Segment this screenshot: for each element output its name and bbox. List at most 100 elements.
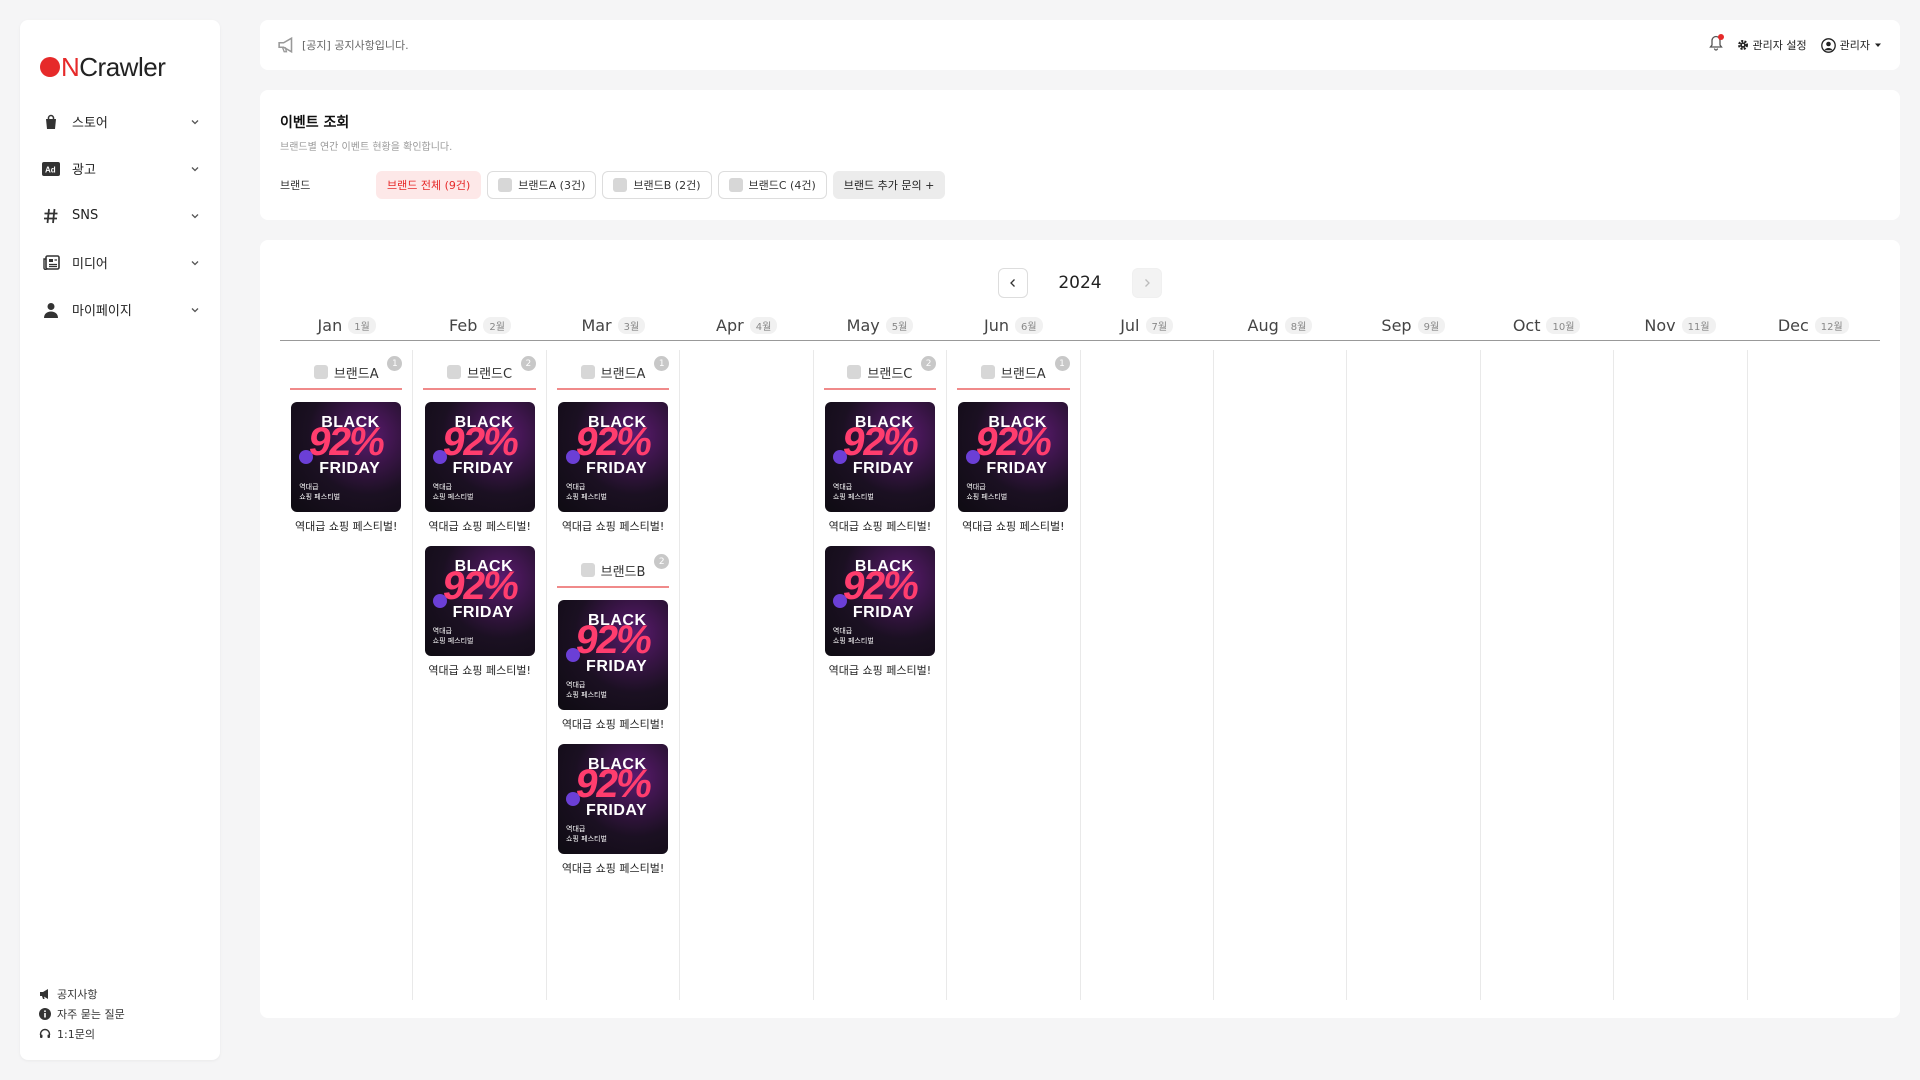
brand-name: 브랜드A [1000,366,1046,382]
prev-year-button[interactable] [998,268,1029,298]
event-title: 역대급 쇼핑 페스티벌! [561,520,665,533]
brand-group-header[interactable]: 브랜드A 1 [556,356,670,390]
brand-logo-placeholder [613,178,628,192]
thumb-line2: FRIDAY [852,460,914,477]
thumb-badge-icon [432,594,447,608]
thumb-line2: FRIDAY [586,802,648,819]
thumb-line1: BLACK [588,414,647,431]
event-thumbnail: 92% BLACK FRIDAY 역대급 쇼핑 페스티벌 [558,402,669,512]
sidebar-nav: 스토어 Ad 광고 SNS 미디어 마이페이지 [20,98,220,333]
sidebar-item-store[interactable]: 스토어 [20,98,220,145]
thumb-badge-icon [432,450,447,464]
logo[interactable]: NCrawler [40,52,166,82]
brand-filter-row: 브랜드 브랜드 전체 (9건) 브랜드A (3건) 브랜드B (2건) 브랜드C… [280,171,1880,199]
user-menu[interactable]: 관리자 [1820,37,1882,53]
thumb-sub1: 역대급 [832,483,853,491]
month-name-en: Jan [317,315,343,335]
current-year: 2024 [1058,273,1102,293]
month-name-en: Aug [1247,315,1279,335]
brand-chip-b[interactable]: 브랜드B (2건) [602,171,712,199]
next-year-button[interactable] [1131,268,1162,298]
brand-group-header[interactable]: 브랜드A 1 [290,356,403,390]
user-icon [42,301,60,319]
brand-chip-a[interactable]: 브랜드A (3건) [487,171,597,199]
top-bar-actions: 관리자 설정 관리자 [1708,34,1882,55]
info-icon [38,1007,52,1021]
thumb-sub1: 역대급 [432,483,452,491]
brand-group-header[interactable]: 브랜드B 2 [556,554,670,588]
brand-group-header[interactable]: 브랜드C 2 [423,356,536,390]
month-header: Mar 3월 [547,310,680,340]
thumb-sub2: 쇼핑 페스티벌 [299,493,341,501]
month-name-en: Nov [1644,315,1676,335]
sidebar-item-ads[interactable]: Ad 광고 [20,145,220,192]
chevron-right-icon [1144,279,1150,287]
event-card[interactable]: 92% BLACK FRIDAY 역대급 쇼핑 페스티벌 역대급 쇼핑 페스티벌! [423,402,535,534]
month-column [680,350,814,1000]
month-name-en: Sep [1381,315,1412,335]
month-name-en: Mar [581,315,612,335]
month-header: Dec 12월 [1747,310,1880,340]
brand-name: 브랜드C [467,366,513,382]
month-name-ko: 8월 [1284,316,1313,334]
event-card[interactable]: 92% BLACK FRIDAY 역대급 쇼핑 페스티벌 역대급 쇼핑 페스티벌! [824,402,936,534]
brand-chip-all[interactable]: 브랜드 전체 (9건) [376,171,482,199]
notice-text[interactable]: [공지] 공지사항입니다. [302,37,1709,53]
sidebar-item-media[interactable]: 미디어 [20,239,220,286]
footer-link-inquiry[interactable]: 1:1문의 [38,1024,125,1044]
thumb-sub2: 쇼핑 페스티벌 [966,493,1008,501]
event-thumbnail: 92% BLACK FRIDAY 역대급 쇼핑 페스티벌 [824,546,935,656]
brand-logo-placeholder [980,365,995,379]
thumb-line1: BLACK [454,558,514,575]
sidebar-item-label: 마이페이지 [72,304,132,319]
brand-logo-placeholder [580,365,595,379]
month-name-ko: 4월 [749,316,778,334]
event-card[interactable]: 92% BLACK FRIDAY 역대급 쇼핑 페스티벌 역대급 쇼핑 페스티벌! [290,402,402,534]
sidebar-item-mypage[interactable]: 마이페이지 [20,286,220,333]
brand-name: 브랜드A [333,366,379,382]
footer-link-notice[interactable]: 공지사항 [38,984,125,1004]
brand-group-header[interactable]: 브랜드A 1 [957,356,1070,390]
brand-name: 브랜드A [600,366,646,382]
event-card[interactable]: 92% BLACK FRIDAY 역대급 쇼핑 페스티벌역대급 쇼핑 페스티벌! [824,546,936,678]
event-card[interactable]: 92% BLACK FRIDAY 역대급 쇼핑 페스티벌 역대급 쇼핑 페스티벌! [423,546,535,678]
sidebar-item-sns[interactable]: SNS [20,192,220,239]
thumb-line1: BLACK [588,756,647,773]
notification-button[interactable] [1708,34,1724,55]
event-card[interactable]: 92% BLACK FRIDAY 역대급 쇼핑 페스티벌 역대급 쇼핑 페스티벌! [557,402,669,534]
event-card[interactable]: 92% BLACK FRIDAY 역대급 쇼핑 페스티벌 역대급 쇼핑 페스티벌! [557,600,669,732]
thumb-line1: BLACK [854,414,914,431]
thumb-line2: FRIDAY [586,460,648,477]
brand-logo-placeholder [847,365,862,379]
thumb-line1: BLACK [321,414,380,431]
month-header: Oct 10월 [1480,310,1613,340]
event-count-badge: 2 [921,356,937,371]
thumb-line1: BLACK [988,414,1047,431]
brand-chip-c[interactable]: 브랜드C (4건) [717,171,827,199]
event-card[interactable]: 92% BLACK FRIDAY 역대급 쇼핑 페스티벌 역대급 쇼핑 페스티벌! [957,402,1069,534]
admin-settings-button[interactable]: 관리자 설정 [1737,37,1807,53]
event-thumbnail: 92% BLACK FRIDAY 역대급 쇼핑 페스티벌 [291,402,402,512]
event-title: 역대급 쇼핑 페스티벌! [828,664,932,677]
brand-logo-placeholder [498,178,513,192]
month-header: Apr 4월 [680,310,813,340]
event-card[interactable]: 92% BLACK FRIDAY 역대급 쇼핑 페스티벌 역대급 쇼핑 페스티벌! [557,744,669,876]
event-count-badge: 1 [1054,356,1070,371]
month-column: 브랜드C 2 92% BLACK FRIDAY 역대급 쇼핑 페스티벌 역대급 쇼핑 페스티벌… [413,350,547,1000]
footer-link-faq[interactable]: 자주 묻는 질문 [38,1004,125,1024]
brand-logo-placeholder [580,563,595,577]
thumb-line2: FRIDAY [986,460,1048,477]
sidebar-item-label: 광고 [72,163,96,178]
ad-icon: Ad [42,160,60,178]
brand-group-header[interactable]: 브랜드C 2 [823,356,937,390]
month-column [1481,350,1615,1000]
thumb-line2: FRIDAY [452,604,514,621]
month-columns: 브랜드A 1 92% BLACK FRIDAY 역대급 쇼핑 페스티벌 역대급 쇼핑 페스티벌… [280,350,1880,1000]
add-brand-inquiry-button[interactable]: 브랜드 추가 문의 + [832,171,946,199]
month-header: Nov 11월 [1613,310,1746,340]
event-title: 역대급 쇼핑 페스티벌! [561,862,665,875]
month-header: Sep 9월 [1347,310,1480,340]
thumb-sub2: 쇼핑 페스티벌 [832,637,874,645]
thumb-sub2: 쇼핑 페스티벌 [832,493,874,501]
thumb-badge-icon [566,450,581,464]
